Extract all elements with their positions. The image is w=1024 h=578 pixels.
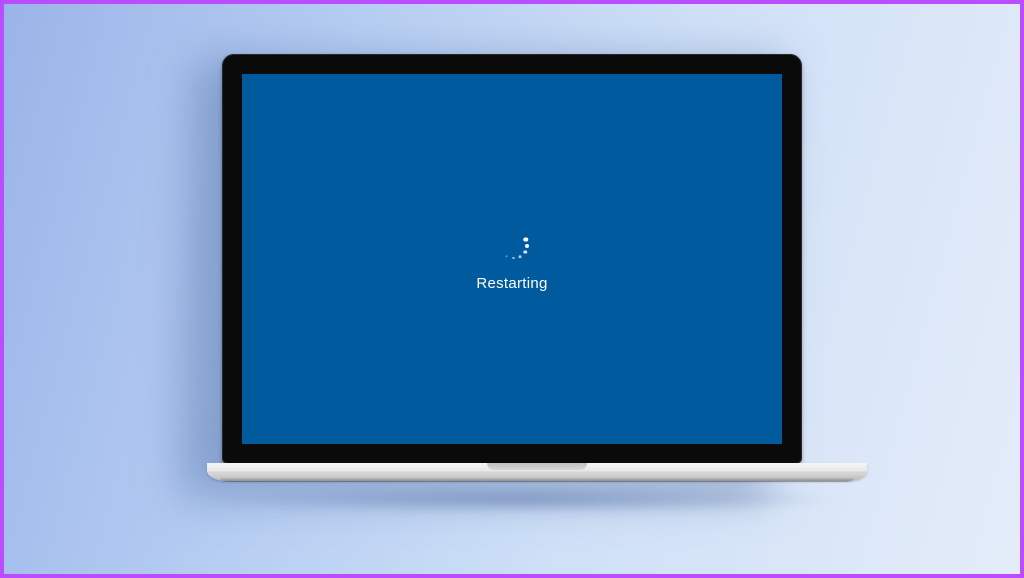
- laptop-body: Restarting: [207, 54, 817, 514]
- loading-spinner-icon: [495, 227, 529, 261]
- status-text: Restarting: [476, 275, 547, 292]
- windows-restart-screen: Restarting: [242, 74, 782, 444]
- laptop-mockup: Restarting: [207, 54, 817, 514]
- base-shadow: [207, 484, 847, 514]
- screen-bezel: Restarting: [222, 54, 802, 464]
- laptop-base: [207, 463, 867, 481]
- promotional-frame: Restarting: [0, 0, 1024, 578]
